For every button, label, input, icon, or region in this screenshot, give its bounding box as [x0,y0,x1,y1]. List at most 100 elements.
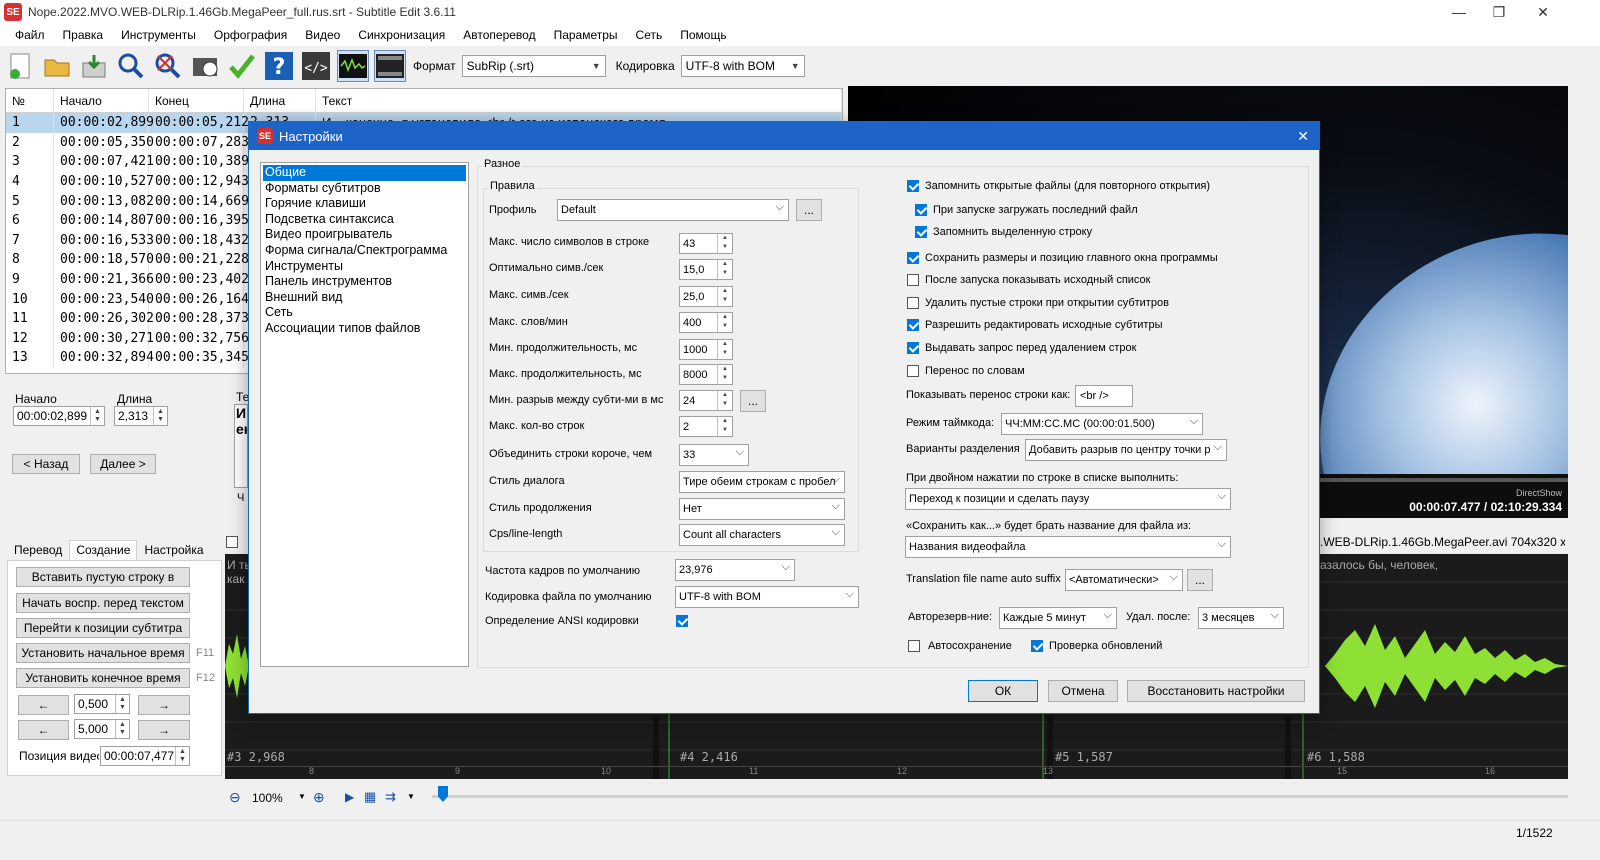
start-time-input[interactable]: 00:00:02,899 ▲ ▼ [13,406,105,426]
option-checkbox[interactable] [907,274,919,286]
spinner-arrows-icon[interactable]: ▲ ▼ [115,720,129,738]
chevron-down-icon[interactable]: ▼ [298,792,306,801]
waveform-checkbox[interactable] [226,536,238,548]
max-cps-input[interactable]: 25,0 [679,286,733,307]
open-folder-icon[interactable] [41,50,73,82]
menu-video[interactable]: Видео [296,28,349,42]
min-gap-input[interactable]: 24 [679,390,733,411]
tab-adjust[interactable]: Настройка [137,543,210,560]
min-gap-more-button[interactable]: ... [740,390,766,412]
insert-empty-line-button[interactable]: Вставить пустую строку в [16,567,190,587]
text-editor[interactable]: И ен [234,404,248,488]
timecode-select[interactable]: ЧЧ:ММ:СС.МС (00:00:01.500) [1001,413,1203,435]
col-start[interactable]: Начало [54,89,149,112]
autosave-checkbox[interactable] [908,640,920,652]
menu-spelling[interactable]: Орфография [205,28,296,42]
option-checkbox[interactable] [907,252,919,264]
menu-tools[interactable]: Инструменты [112,28,205,42]
segment-marker[interactable]: #6 1,588 [1307,750,1365,764]
menu-sync[interactable]: Синхронизация [349,28,454,42]
spinner-arrows-icon[interactable]: ▲ ▼ [115,695,129,713]
chevron-down-icon[interactable]: ▼ [407,792,415,801]
waveform-toggle-icon[interactable] [337,50,369,82]
duration-input[interactable]: 2,313 ▲ ▼ [114,406,168,426]
video-toggle-icon[interactable] [374,50,406,82]
continuation-style-select[interactable]: Нет [679,498,845,520]
zoom-in-icon[interactable]: ⊕ [313,789,325,806]
help-icon[interactable]: ? [263,50,295,82]
category-video-player[interactable]: Видео проигрыватель [263,227,466,243]
skip-forward-icon[interactable]: ⇉ [385,789,396,805]
replace-icon[interactable] [152,50,184,82]
option-checkbox[interactable] [907,365,919,377]
go-to-subtitle-button[interactable]: Перейти к позиции субтитра [16,618,190,638]
cps-select[interactable]: Count all characters [679,524,845,546]
col-number[interactable]: № [6,89,54,112]
video-position-input[interactable]: 00:00:07,477 ▲ ▼ [100,746,190,766]
option-checkbox[interactable] [907,319,919,331]
option-checkbox[interactable] [915,204,927,216]
menu-help[interactable]: Помощь [671,28,735,42]
step-large-input[interactable]: 5,000 ▲ ▼ [74,719,130,739]
tab-create[interactable]: Создание [69,540,138,560]
dialog-style-select[interactable]: Тире обеим строкам с пробел [679,471,845,493]
category-list[interactable]: Общие Форматы субтитров Горячие клавиши … [260,162,469,667]
video-seek-bar[interactable] [1318,478,1568,482]
spinner-arrows-icon[interactable]: ▲ ▼ [90,407,104,425]
category-shortcuts[interactable]: Горячие клавиши [263,196,466,212]
step-small-input[interactable]: 0,500 ▲ ▼ [74,694,130,714]
close-window-icon[interactable]: ✕ [1520,0,1566,24]
set-end-time-button[interactable]: Установить конечное время [16,668,190,688]
col-text[interactable]: Текст [316,89,842,112]
category-general[interactable]: Общие [263,165,466,181]
zoom-out-icon[interactable]: ⊖ [229,789,241,806]
check-updates-checkbox[interactable] [1031,640,1043,652]
visual-sync-icon[interactable] [189,50,221,82]
category-network[interactable]: Сеть [263,305,466,321]
dblclick-select[interactable]: Переход к позиции и сделать паузу [905,488,1231,510]
saveas-select[interactable]: Названия видеофайла [905,536,1231,558]
position-slider[interactable] [432,795,1568,798]
prev-button[interactable]: < Назад [12,454,80,474]
optimal-cps-input[interactable]: 15,0 [679,259,733,280]
backup-select[interactable]: Каждые 5 минут [999,607,1117,629]
default-encoding-select[interactable]: UTF-8 with BOM [675,586,859,608]
split-select[interactable]: Добавить разрыв по центру точки р [1025,439,1227,461]
forward-large-button[interactable]: → [138,720,190,740]
delete-after-select[interactable]: 3 месяцев [1198,607,1284,629]
new-file-icon[interactable] [4,50,36,82]
save-icon[interactable] [78,50,110,82]
col-duration[interactable]: Длина [244,89,316,112]
category-appearance[interactable]: Внешний вид [263,290,466,306]
grid-icon[interactable]: ▦ [364,789,376,805]
profile-more-button[interactable]: ... [796,199,822,221]
menu-autotranslate[interactable]: Автоперевод [454,28,544,42]
spell-check-icon[interactable] [226,50,258,82]
merge-select[interactable]: 33 [679,444,749,466]
max-chars-input[interactable]: 43 [679,233,733,254]
category-waveform[interactable]: Форма сигнала/Спектрограмма [263,243,466,259]
play-before-text-button[interactable]: Начать воспр. перед текстом [16,593,190,613]
option-checkbox[interactable] [907,180,919,192]
forward-small-button[interactable]: → [138,695,190,715]
max-wpm-input[interactable]: 400 [679,312,733,333]
set-start-time-button[interactable]: Установить начальное время [16,643,190,663]
source-view-icon[interactable]: </> [300,50,332,82]
zoom-value[interactable]: 100% [252,791,283,805]
linebreak-input[interactable]: <br /> [1075,385,1133,407]
cancel-button[interactable]: Отмена [1048,680,1118,702]
ansi-checkbox[interactable] [676,615,688,627]
play-icon[interactable]: ▶ [345,790,354,804]
tab-translate[interactable]: Перевод [7,543,69,560]
slider-thumb[interactable] [438,786,448,802]
ok-button[interactable]: ОК [968,680,1038,702]
category-toolbar[interactable]: Панель инструментов [263,274,466,290]
col-end[interactable]: Конец [149,89,244,112]
category-subtitle-formats[interactable]: Форматы субтитров [263,181,466,197]
category-tools[interactable]: Инструменты [263,259,466,275]
segment-marker[interactable]: #3 2,968 [227,750,285,764]
segment-marker[interactable]: #4 2,416 [680,750,738,764]
restore-defaults-button[interactable]: Восстановить настройки [1127,680,1305,702]
suffix-select[interactable]: <Автоматически> [1065,569,1183,591]
maximize-icon[interactable]: ❐ [1476,0,1522,24]
